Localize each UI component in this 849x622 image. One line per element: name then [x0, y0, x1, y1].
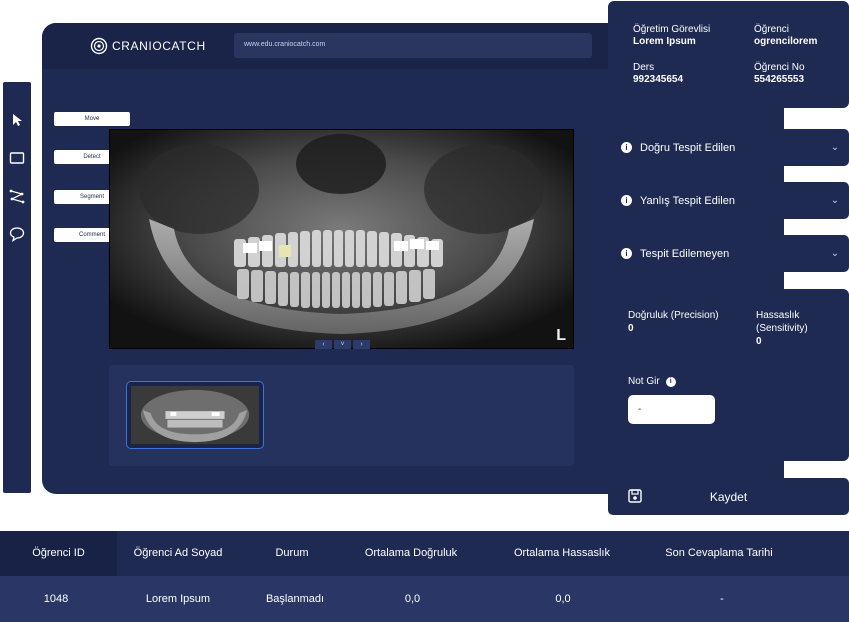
rectangle-icon[interactable]: [7, 148, 27, 168]
info-icon: i: [621, 142, 632, 153]
accordion-not-detected[interactable]: i Tespit Edilemeyen ⌄: [608, 235, 849, 272]
table-cell: -: [720, 593, 724, 605]
info-icon: i: [621, 248, 632, 259]
table-cell: 1048: [43, 593, 69, 605]
student-no-block: Öğrenci No 554265553: [754, 62, 805, 86]
craniocatch-logo-icon: [90, 37, 108, 55]
info-card: Öğretim Görevlisi Lorem Ipsum Öğrenci og…: [608, 1, 849, 108]
comment-icon[interactable]: [7, 224, 27, 244]
grade-input[interactable]: [628, 395, 715, 424]
student-block: Öğrenci ogrencilorem: [754, 24, 817, 48]
save-button[interactable]: Kaydet: [608, 478, 849, 515]
table-cell: Başlanmadı: [265, 593, 325, 605]
column-header[interactable]: Son Cevaplama Tarihi: [647, 547, 791, 559]
polyline-icon[interactable]: [7, 186, 27, 206]
image-nav: ‹ ˅ ›: [315, 340, 370, 349]
table-header: Öğrenci ID Öğrenci Ad Soyad Durum Ortala…: [0, 531, 849, 576]
chevron-down-icon: ⌄: [830, 142, 840, 153]
info-icon[interactable]: i: [665, 376, 676, 387]
student-label: Öğrenci: [754, 24, 790, 35]
column-header[interactable]: Ortalama Doğruluk: [345, 547, 477, 559]
table-cell: 0,0: [404, 593, 421, 605]
course-value: 992345654: [633, 74, 684, 85]
xray-viewer[interactable]: L: [109, 129, 574, 349]
precision-block: Doğruluk (Precision) 0: [628, 309, 748, 335]
chevron-down-icon: ⌄: [830, 195, 840, 206]
accordion-label: Doğru Tespit Edilen: [640, 141, 736, 154]
left-toolbar: [3, 82, 31, 493]
sensitivity-block: Hassaslık (Sensitivity) 0: [756, 309, 831, 348]
column-header[interactable]: Durum: [239, 547, 345, 559]
table-cell: Lorem Ipsum: [145, 593, 211, 605]
column-header[interactable]: Öğrenci Ad Soyad: [117, 547, 239, 559]
course-block: Ders 992345654: [633, 62, 683, 86]
student-value: ogrencilorem: [754, 36, 818, 47]
grade-label-row: Not Gir i: [628, 376, 676, 387]
url-bar[interactable]: www.edu.craniocatch.com: [234, 33, 592, 58]
next-image-button[interactable]: ›: [353, 340, 370, 349]
instructor-value: Lorem Ipsum: [633, 36, 696, 47]
brand-logo: CRANIOCATCH: [90, 37, 206, 55]
save-label: Kaydet: [709, 490, 748, 504]
pointer-icon[interactable]: [7, 110, 27, 130]
accordion-label: Yanlış Tespit Edilen: [640, 194, 735, 207]
panoramic-xray-image: [109, 129, 574, 349]
accordion-correct-detected[interactable]: i Doğru Tespit Edilen ⌄: [608, 129, 849, 166]
column-header[interactable]: Öğrenci ID: [0, 547, 117, 559]
student-table: Öğrenci ID Öğrenci Ad Soyad Durum Ortala…: [0, 531, 849, 622]
chevron-down-icon: ⌄: [830, 248, 840, 259]
orientation-marker: L: [556, 327, 566, 344]
column-header[interactable]: Ortalama Hassaslık: [477, 547, 647, 559]
table-cell: 0,0: [555, 593, 571, 605]
expand-button[interactable]: ˅: [334, 340, 351, 349]
accordion-wrong-detected[interactable]: i Yanlış Tespit Edilen ⌄: [608, 182, 849, 219]
table-row[interactable]: 1048 Lorem Ipsum Başlanmadı 0,0 0,0 -: [0, 576, 849, 622]
sensitivity-label: Hassaslık (Sensitivity): [756, 310, 808, 334]
xray-thumbnail[interactable]: [126, 381, 264, 449]
thumbnail-panel: [109, 365, 574, 466]
thumbnail-image: [131, 386, 259, 444]
student-no-value: 554265553: [754, 74, 805, 85]
sensitivity-value: 0: [756, 336, 762, 347]
precision-label: Doğruluk (Precision): [628, 310, 719, 321]
instructor-label: Öğretim Görevlisi: [633, 24, 711, 35]
course-label: Ders: [633, 62, 655, 73]
student-no-label: Öğrenci No: [754, 62, 805, 73]
precision-value: 0: [628, 323, 634, 334]
metrics-card: Doğruluk (Precision) 0 Hassaslık (Sensit…: [608, 289, 849, 461]
info-icon: i: [621, 195, 632, 206]
grade-label: Not Gir: [628, 376, 660, 387]
tool-move-button[interactable]: Move: [54, 112, 130, 126]
instructor-block: Öğretim Görevlisi Lorem Ipsum: [633, 24, 710, 48]
brand-name: CRANIOCATCH: [112, 39, 206, 53]
prev-image-button[interactable]: ‹: [315, 340, 332, 349]
accordion-label: Tespit Edilemeyen: [640, 247, 730, 260]
